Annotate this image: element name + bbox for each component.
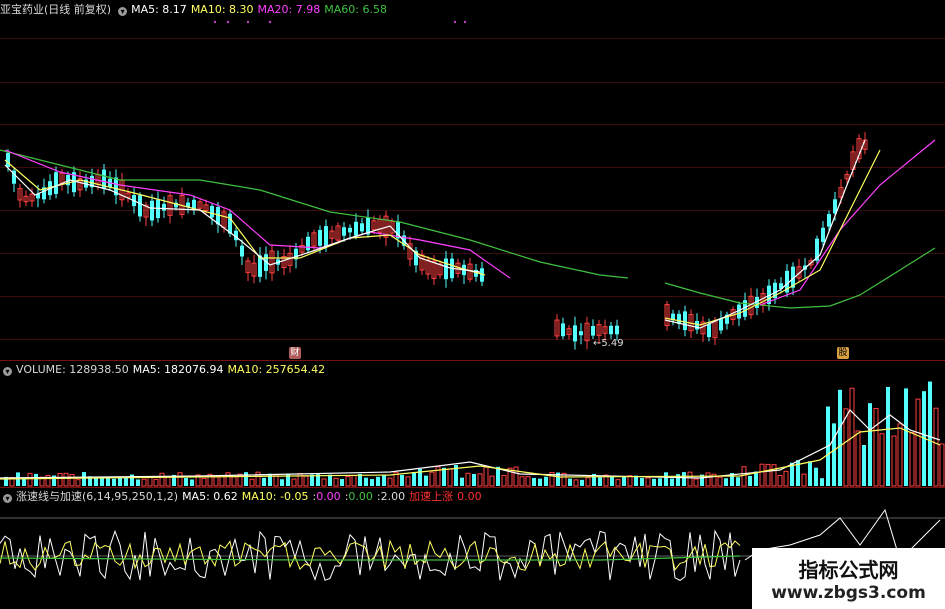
indicator-chart[interactable] xyxy=(0,0,945,609)
watermark-url: www.zbgs3.com xyxy=(771,583,926,603)
watermark-title: 指标公式网 xyxy=(798,558,899,582)
stock-chart-window: 亚宝药业(日线 前复权) ▾ MA5: 8.17 MA10: 8.30 MA20: 7.… xyxy=(0,0,945,609)
watermark-logo: 指标公式网 www.zbgs3.com xyxy=(752,548,945,609)
